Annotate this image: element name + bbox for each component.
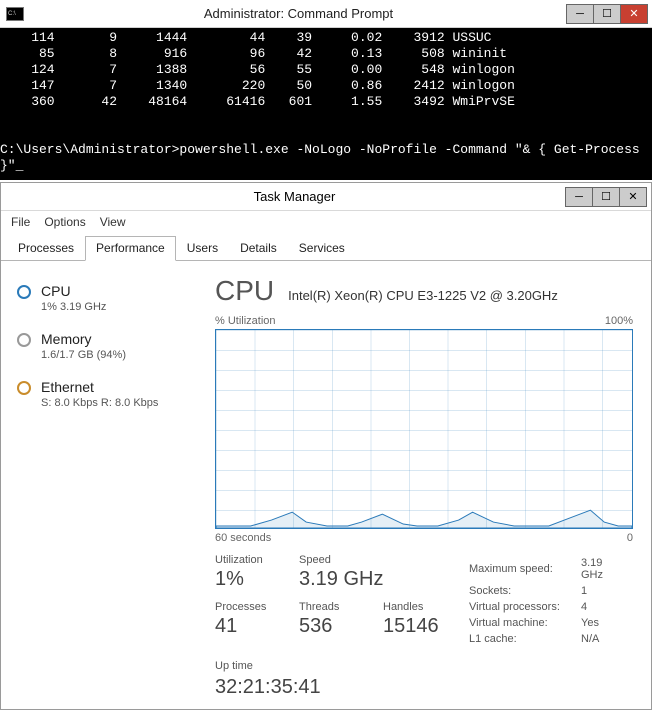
axis-label-top-right: 100% xyxy=(605,315,633,327)
taskmgr-titlebar[interactable]: Task Manager ─ ☐ ✕ xyxy=(1,183,651,211)
cmd-window-controls: ─ ☐ ✕ xyxy=(567,4,648,24)
cpu-details-table: Maximum speed:3.19 GHz Sockets:1 Virtual… xyxy=(467,554,633,648)
axis-label-bottom-left: 60 seconds xyxy=(215,532,271,544)
sidebar-label: CPU xyxy=(41,283,106,299)
uptime-value: 32:21:35:41 xyxy=(215,676,633,699)
close-button[interactable]: ✕ xyxy=(620,4,648,24)
sidebar-label: Ethernet xyxy=(41,379,158,395)
tab-services[interactable]: Services xyxy=(288,236,356,261)
sidebar-sublabel: 1.6/1.7 GB (94%) xyxy=(41,349,126,361)
stat-label: Threads xyxy=(299,601,365,613)
stat-label: Speed xyxy=(299,554,383,566)
sidebar-item-ethernet[interactable]: Ethernet S: 8.0 Kbps R: 8.0 Kbps xyxy=(15,371,207,419)
tab-bar: Processes Performance Users Details Serv… xyxy=(1,235,651,261)
taskmgr-title-text: Task Manager xyxy=(23,189,566,204)
stat-value: 536 xyxy=(299,615,365,638)
kv-key: Sockets: xyxy=(469,584,579,598)
ethernet-thumb-icon xyxy=(17,381,31,395)
menu-options[interactable]: Options xyxy=(44,215,85,229)
cmd-title-text: Administrator: Command Prompt xyxy=(30,6,567,21)
kv-val: N/A xyxy=(581,632,631,646)
close-button[interactable]: ✕ xyxy=(619,187,647,207)
cmd-output[interactable]: 114 9 1444 44 39 0.02 3912 USSUC 85 8 91… xyxy=(0,28,652,180)
kv-key: Maximum speed: xyxy=(469,556,579,582)
stat-label: Handles xyxy=(383,601,449,613)
sidebar-item-memory[interactable]: Memory 1.6/1.7 GB (94%) xyxy=(15,323,207,371)
axis-label-bottom-right: 0 xyxy=(627,532,633,544)
kv-val: 3.19 GHz xyxy=(581,556,631,582)
menu-file[interactable]: File xyxy=(11,215,30,229)
kv-val: Yes xyxy=(581,616,631,630)
cpu-model: Intel(R) Xeon(R) CPU E3-1225 V2 @ 3.20GH… xyxy=(288,288,558,303)
tab-details[interactable]: Details xyxy=(229,236,288,261)
stat-value: 15146 xyxy=(383,615,449,638)
cpu-thumb-icon xyxy=(17,285,31,299)
menu-bar: File Options View xyxy=(1,211,651,235)
cmd-window: C:\ Administrator: Command Prompt ─ ☐ ✕ … xyxy=(0,0,652,180)
axis-label-top-left: % Utilization xyxy=(215,315,276,327)
cmd-icon: C:\ xyxy=(6,7,24,21)
taskmgr-body: CPU 1% 3.19 GHz Memory 1.6/1.7 GB (94%) … xyxy=(1,261,651,709)
kv-val: 1 xyxy=(581,584,631,598)
kv-key: Virtual machine: xyxy=(469,616,579,630)
cmd-prompt-line: C:\Users\Administrator>powershell.exe -N… xyxy=(0,142,652,174)
memory-thumb-icon xyxy=(17,333,31,347)
taskmgr-window-controls: ─ ☐ ✕ xyxy=(566,187,647,207)
kv-key: L1 cache: xyxy=(469,632,579,646)
perf-main: CPU Intel(R) Xeon(R) CPU E3-1225 V2 @ 3.… xyxy=(211,261,651,709)
menu-view[interactable]: View xyxy=(100,215,126,229)
minimize-button[interactable]: ─ xyxy=(565,187,593,207)
perf-sidebar: CPU 1% 3.19 GHz Memory 1.6/1.7 GB (94%) … xyxy=(1,261,211,709)
sidebar-sublabel: S: 8.0 Kbps R: 8.0 Kbps xyxy=(41,397,158,409)
sidebar-sublabel: 1% 3.19 GHz xyxy=(41,301,106,313)
maximize-button[interactable]: ☐ xyxy=(593,4,621,24)
cpu-util-chart xyxy=(215,329,633,529)
sidebar-label: Memory xyxy=(41,331,126,347)
tab-processes[interactable]: Processes xyxy=(7,236,85,261)
stat-value: 1% xyxy=(215,568,281,591)
cmd-titlebar[interactable]: C:\ Administrator: Command Prompt ─ ☐ ✕ xyxy=(0,0,652,28)
uptime-label: Up time xyxy=(215,660,633,672)
stat-label: Utilization xyxy=(215,554,281,566)
taskmgr-window: Task Manager ─ ☐ ✕ File Options View Pro… xyxy=(0,182,652,710)
minimize-button[interactable]: ─ xyxy=(566,4,594,24)
sidebar-item-cpu[interactable]: CPU 1% 3.19 GHz xyxy=(15,275,207,323)
kv-key: Virtual processors: xyxy=(469,600,579,614)
maximize-button[interactable]: ☐ xyxy=(592,187,620,207)
tab-users[interactable]: Users xyxy=(176,236,229,261)
tab-performance[interactable]: Performance xyxy=(85,236,176,261)
kv-val: 4 xyxy=(581,600,631,614)
stat-value: 3.19 GHz xyxy=(299,568,383,591)
stat-label: Processes xyxy=(215,601,281,613)
stat-value: 41 xyxy=(215,615,281,638)
stats-row: Utilization 1% Speed 3.19 GHz Processes … xyxy=(215,554,633,648)
panel-heading: CPU xyxy=(215,275,274,307)
